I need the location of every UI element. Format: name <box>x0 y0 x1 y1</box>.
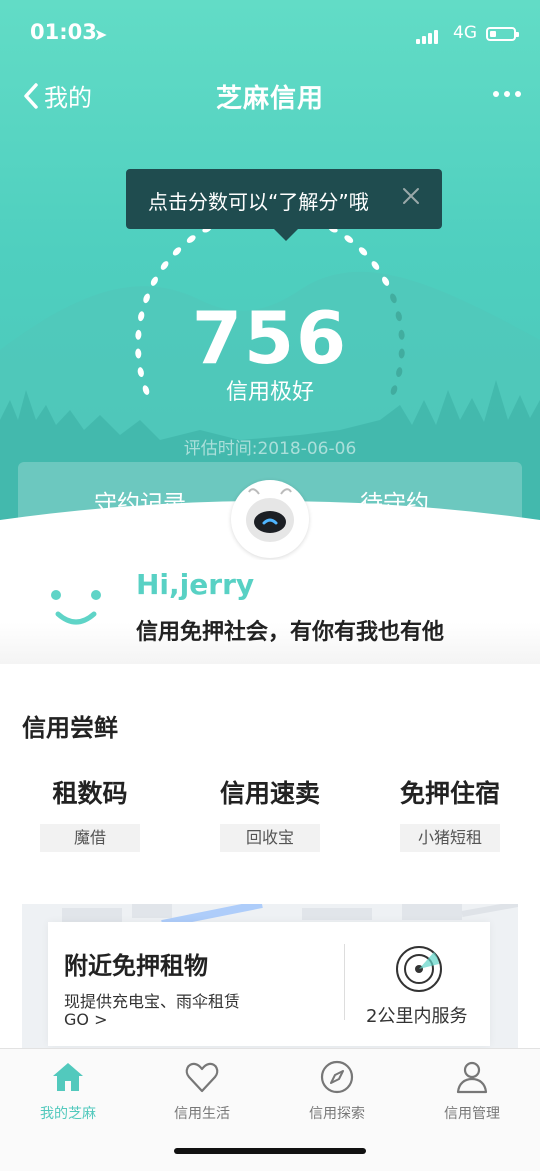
card-rent-digital[interactable]: 租数码 魔借 <box>0 774 180 852</box>
greeting-slogan: 信用免押社会，有你有我也有他 <box>136 620 445 645</box>
score-tooltip[interactable]: 点击分数可以“了解分”哦 <box>126 169 442 241</box>
card-tag: 魔借 <box>40 824 140 852</box>
tab-credit-manage[interactable]: 信用管理 <box>422 1059 522 1123</box>
gauge-dot <box>382 276 390 286</box>
tab-label: 信用管理 <box>444 1106 500 1122</box>
greeting-panel: Hi,jerry 信用免押社会，有你有我也有他 <box>0 560 540 664</box>
tooltip-text: 点击分数可以“了解分”哦 <box>148 190 369 214</box>
tab-my-zhima[interactable]: 我的芝麻 <box>18 1059 118 1123</box>
gauge-dot <box>186 235 196 243</box>
service-range: 2公里内服务 <box>366 1006 468 1027</box>
tab-credit-life[interactable]: 信用生活 <box>152 1059 252 1123</box>
card-title: 免押住宿 <box>399 779 500 808</box>
network-type: 4G <box>453 23 477 43</box>
divider <box>344 944 345 1020</box>
location-arrow-icon: ➤ <box>94 25 108 44</box>
card-tag: 小猪短租 <box>400 824 500 852</box>
nearby-desc: 现提供充电宝、雨伞租赁 <box>64 992 241 1011</box>
card-credit-sell[interactable]: 信用速卖 回收宝 <box>180 774 360 852</box>
heart-icon <box>185 1062 219 1093</box>
robot-avatar[interactable] <box>231 480 309 558</box>
robot-icon <box>246 488 294 542</box>
person-icon <box>456 1061 488 1094</box>
gauge-dot <box>172 247 182 256</box>
card-free-deposit-stay[interactable]: 免押住宿 小猪短租 <box>360 774 540 852</box>
card-title: 信用速卖 <box>219 779 320 808</box>
status-time: 01:03 <box>30 20 97 44</box>
nearby-rental-card[interactable]: 附近免押租物 现提供充电宝、雨伞租赁 GO > 2公里内服务 <box>48 922 490 1046</box>
home-icon <box>53 1063 83 1091</box>
credit-hero: 01:03 ➤ 4G 我的 芝麻信用 点击分数可以“了解分”哦 756 信用极好… <box>0 0 540 560</box>
credit-score[interactable]: 756 <box>0 296 540 380</box>
evaluation-time: 评估时间:2018-06-06 <box>183 439 357 459</box>
home-indicator <box>174 1148 366 1154</box>
status-bar: 01:03 ➤ 4G <box>0 18 540 52</box>
card-title: 租数码 <box>52 779 128 808</box>
nearby-title: 附近免押租物 <box>64 952 208 980</box>
more-icon[interactable] <box>492 84 522 104</box>
close-icon[interactable] <box>398 183 424 209</box>
tab-label: 我的芝麻 <box>40 1106 96 1122</box>
gauge-dot <box>371 261 380 270</box>
greeting-name: Hi,jerry <box>136 568 255 601</box>
signal-icon <box>416 28 444 44</box>
section-title: 信用尝鲜 <box>22 714 118 742</box>
page-title: 芝麻信用 <box>215 84 324 114</box>
radar-icon <box>396 946 442 992</box>
tab-label: 信用生活 <box>174 1106 230 1122</box>
battery-icon <box>486 27 519 41</box>
credit-level: 信用极好 <box>225 380 314 405</box>
nav-bar: 我的 芝麻信用 <box>0 72 540 120</box>
gauge-dot <box>160 261 169 270</box>
tab-credit-explore[interactable]: 信用探索 <box>287 1059 387 1123</box>
card-tag: 回收宝 <box>220 824 320 852</box>
credit-section: 信用尝鲜 租数码 魔借 信用速卖 回收宝 免押住宿 小猪短租 附近免押租物 现提… <box>0 664 540 1048</box>
go-link[interactable]: GO > <box>64 1010 107 1029</box>
gauge-dot <box>358 247 368 256</box>
compass-icon <box>320 1060 354 1094</box>
smile-icon <box>51 590 101 625</box>
tab-label: 信用探索 <box>309 1106 365 1122</box>
gauge-dot <box>150 276 158 286</box>
gauge-dot <box>344 235 354 243</box>
